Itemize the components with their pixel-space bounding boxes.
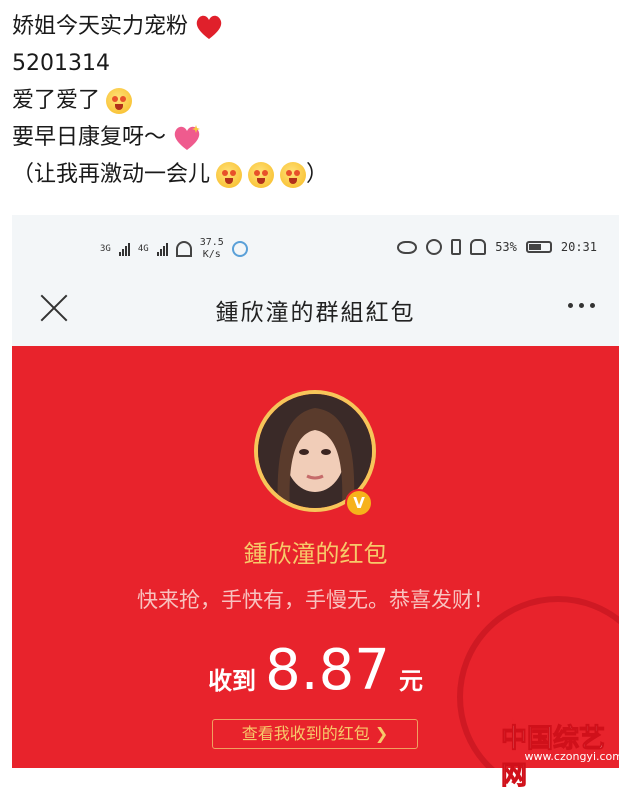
received-amount: 收到 8.87 元 (12, 638, 619, 703)
page-title: 鍾欣潼的群組紅包 (215, 300, 416, 326)
excited-face-icon (248, 161, 275, 188)
status-left: 3G 4G 37.5 K/s (100, 237, 248, 261)
post-line-4: 要早日康复呀～ (12, 119, 632, 156)
signal-icon (118, 242, 130, 256)
site-watermark: ✦ 中国综艺网 www.czongyi.com (501, 706, 631, 792)
net-speed-value: 37.5 (199, 237, 224, 248)
nav-bar: 鍾欣潼的群組紅包 (12, 277, 619, 333)
net-speed: 37.5 K/s (200, 237, 224, 261)
signal-icon (156, 242, 168, 256)
network-label-1: 3G (100, 244, 111, 254)
alarm-icon (426, 239, 443, 255)
mute-bell-icon (470, 239, 487, 255)
post-line-text: 娇姐今天实力宠粉 (12, 14, 189, 39)
status-bar: 3G 4G 37.5 K/s 53% 20:31 (12, 231, 619, 265)
post-line-close: ） (306, 162, 329, 187)
red-packet-screenshot: 3G 4G 37.5 K/s 53% 20:31 鍾欣潼的群組紅包 V 鍾欣潼的… (12, 215, 619, 768)
network-label-2: 4G (137, 244, 149, 254)
starstruck-face-icon (106, 87, 133, 114)
battery-percent: 53% (495, 240, 517, 254)
verified-badge: V (345, 489, 373, 517)
heart-icon (196, 15, 222, 39)
post-line-1: 娇姐今天实力宠粉 (12, 8, 632, 45)
post-line-text: 爱了爱了 (12, 88, 101, 113)
amount-unit: 元 (398, 667, 423, 695)
red-packet-panel: V 鍾欣潼的红包 快来抢，手快有，手慢无。恭喜发财！ 收到 8.87 元 查看我… (12, 346, 619, 768)
eye-icon (397, 240, 418, 254)
post-line-text: （让我再激动一会儿 (12, 162, 211, 187)
blessing-text: 快来抢，手快有，手慢无。恭喜发财！ (137, 588, 494, 612)
sender-label: 鍾欣潼的红包 (243, 540, 388, 568)
excited-face-icon (216, 161, 243, 188)
net-speed-unit: K/s (202, 249, 221, 260)
post-line-text: 5201314 (12, 51, 110, 76)
post-line-5: （让我再激动一会儿 ） (12, 156, 632, 193)
more-options-icon[interactable] (568, 303, 595, 308)
post-line-3: 爱了爱了 (12, 82, 632, 119)
excited-face-icon (280, 161, 307, 188)
post-line-2: 5201314 (12, 45, 632, 82)
post-text: 娇姐今天实力宠粉 5201314 爱了爱了 要早日康复呀～ （让我再激动一会儿 … (12, 8, 632, 193)
battery-icon (525, 241, 552, 253)
received-label: 收到 (208, 667, 257, 695)
vibrate-icon (451, 239, 462, 255)
sparkling-heart-icon (174, 124, 201, 150)
chat-app-icon (231, 241, 248, 257)
status-right: 53% 20:31 (397, 239, 597, 255)
post-line-text: 要早日康复呀～ (12, 125, 167, 150)
watermark-url: www.czongyi.com (524, 750, 623, 763)
amount-value: 8.87 (265, 638, 390, 703)
wifi-icon (175, 241, 192, 257)
clock-time: 20:31 (560, 240, 597, 254)
view-my-red-packets-link[interactable]: 查看我收到的红包 ❯ (212, 719, 418, 749)
